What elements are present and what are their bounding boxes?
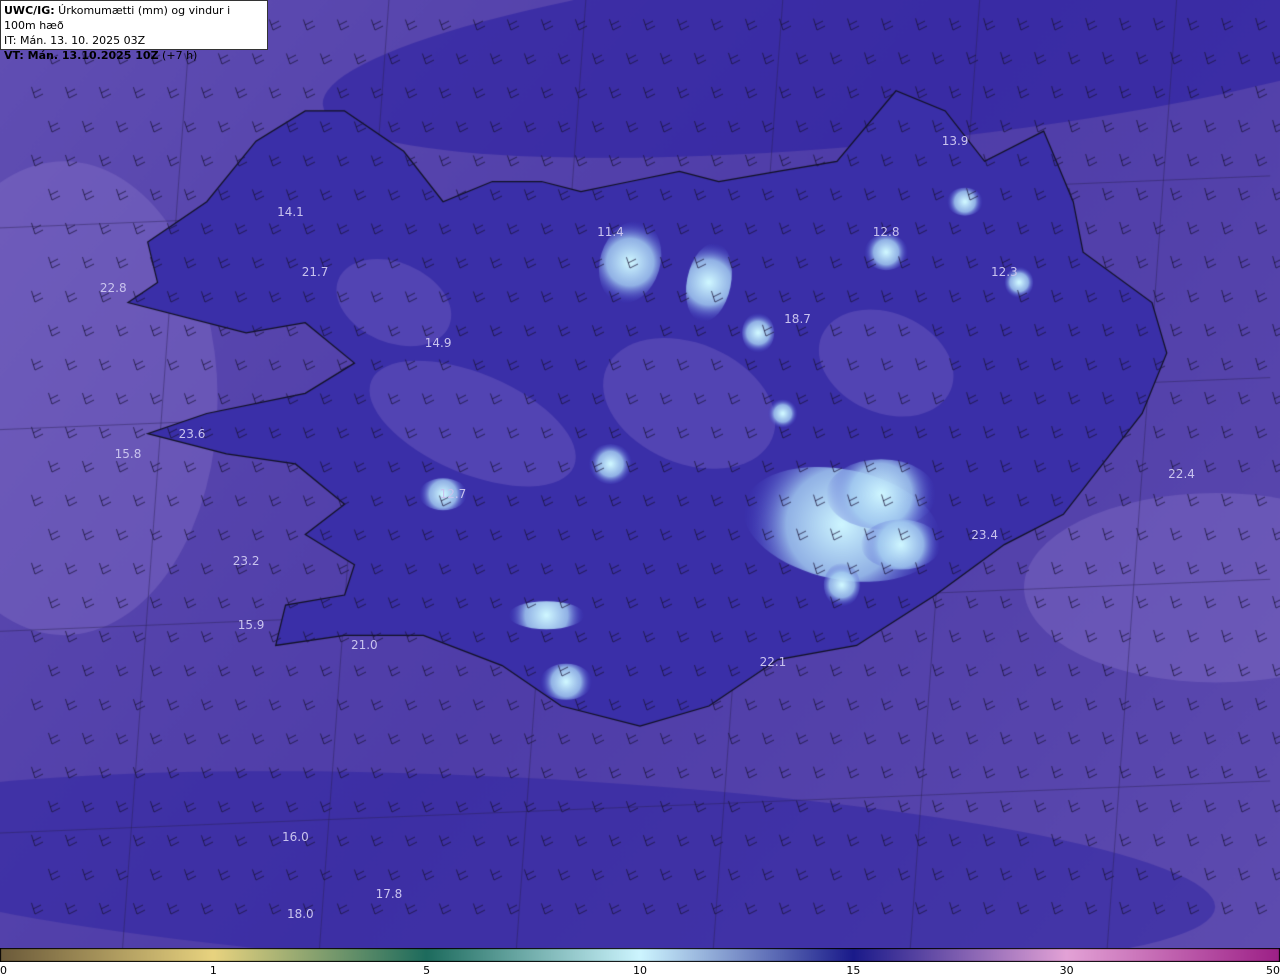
station-value: 12.3	[990, 265, 1018, 280]
colorbar	[0, 948, 1280, 962]
colorbar-tick: 15	[846, 964, 861, 977]
station-value: 13.9	[941, 134, 969, 149]
station-value: 15.8	[114, 446, 142, 461]
colorbar-tick: 0	[0, 964, 7, 977]
colorbar-tick: 30	[1059, 964, 1074, 977]
station-value: 14.1	[277, 204, 304, 219]
colorbar-tick: 1	[209, 964, 217, 977]
map-header: UWC/IG: Úrkomumætti (mm) og vindur i 100…	[0, 0, 268, 62]
station-value: 17.8	[375, 886, 403, 901]
initial-time: IT: Mán. 13. 10. 2025 03Z	[4, 34, 146, 47]
colorbar-tick: 50	[1266, 964, 1280, 977]
station-value: 11.4	[597, 224, 624, 239]
station-value: 21.0	[350, 638, 378, 653]
valid-time-line: VT: Mán. 13.10.2025 10Z (+7 h)	[4, 48, 264, 63]
forecast-offset: (+7 h)	[158, 49, 198, 62]
station-value: 22.8	[99, 281, 127, 296]
station-value: 21.7	[301, 265, 329, 280]
station-value: 18.7	[784, 311, 811, 326]
station-value: 12.8	[872, 224, 900, 239]
precipitation-map[interactable]	[0, 0, 1280, 948]
colorbar-tick: 10	[633, 964, 647, 977]
station-value: 22.1	[759, 654, 787, 669]
station-value: 15.9	[237, 618, 265, 633]
station-value: 23.2	[232, 553, 260, 568]
station-value: 22.4	[1168, 467, 1195, 481]
station-value: 23.4	[971, 527, 998, 542]
station-value: 14.9	[424, 335, 452, 350]
station-value: 23.6	[178, 426, 206, 441]
station-value: 18.0	[286, 906, 314, 921]
map-title-line: UWC/IG: Úrkomumætti (mm) og vindur i 100…	[4, 3, 264, 33]
station-value: 12.7	[439, 487, 467, 502]
station-value: 16.0	[282, 830, 309, 845]
valid-time: VT: Mán. 13.10.2025 10Z	[4, 49, 159, 62]
colorbar-tick: 5	[423, 964, 431, 977]
model-name: UWC/IG:	[4, 4, 55, 17]
